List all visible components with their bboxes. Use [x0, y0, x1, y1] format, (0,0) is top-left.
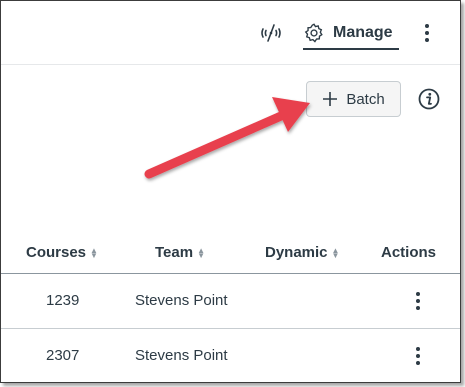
column-header-courses[interactable]: Courses ▲ ▼: [26, 244, 98, 261]
column-header-dynamic[interactable]: Dynamic ▲ ▼: [265, 244, 339, 261]
column-header-actions: Actions: [381, 244, 437, 261]
row-actions-icon[interactable]: [410, 289, 426, 313]
manage-label: Manage: [333, 24, 393, 41]
team-cell: Stevens Point: [135, 292, 228, 309]
table-row: 1239 Stevens Point: [1, 274, 460, 329]
info-icon[interactable]: [418, 88, 440, 110]
batch-label: Batch: [346, 90, 385, 108]
courses-cell: 1239: [46, 292, 80, 309]
sort-icon: ▲ ▼: [331, 245, 340, 260]
top-toolbar: Manage: [1, 1, 460, 65]
screenshot-frame: Manage Batch Courses ▲ ▼ Team ▲ ▼ Dynami…: [0, 0, 461, 383]
team-cell: Stevens Point: [135, 347, 228, 364]
plus-icon: [323, 92, 338, 106]
courses-cell: 2307: [46, 347, 80, 364]
more-options-icon[interactable]: [419, 21, 435, 45]
sort-icon: ▲ ▼: [197, 245, 205, 260]
row-actions-icon[interactable]: [410, 344, 426, 368]
sort-icon: ▲ ▼: [90, 245, 98, 260]
wifi-off-icon[interactable]: [259, 21, 283, 45]
table-row: 2307 Stevens Point: [1, 329, 460, 382]
table-header: Courses ▲ ▼ Team ▲ ▼ Dynamic ▲ ▼ Actions: [1, 235, 460, 274]
column-header-team[interactable]: Team ▲ ▼: [155, 244, 205, 261]
manage-button[interactable]: Manage: [303, 18, 399, 50]
gear-icon: [304, 23, 323, 43]
batch-button[interactable]: Batch: [306, 81, 401, 117]
